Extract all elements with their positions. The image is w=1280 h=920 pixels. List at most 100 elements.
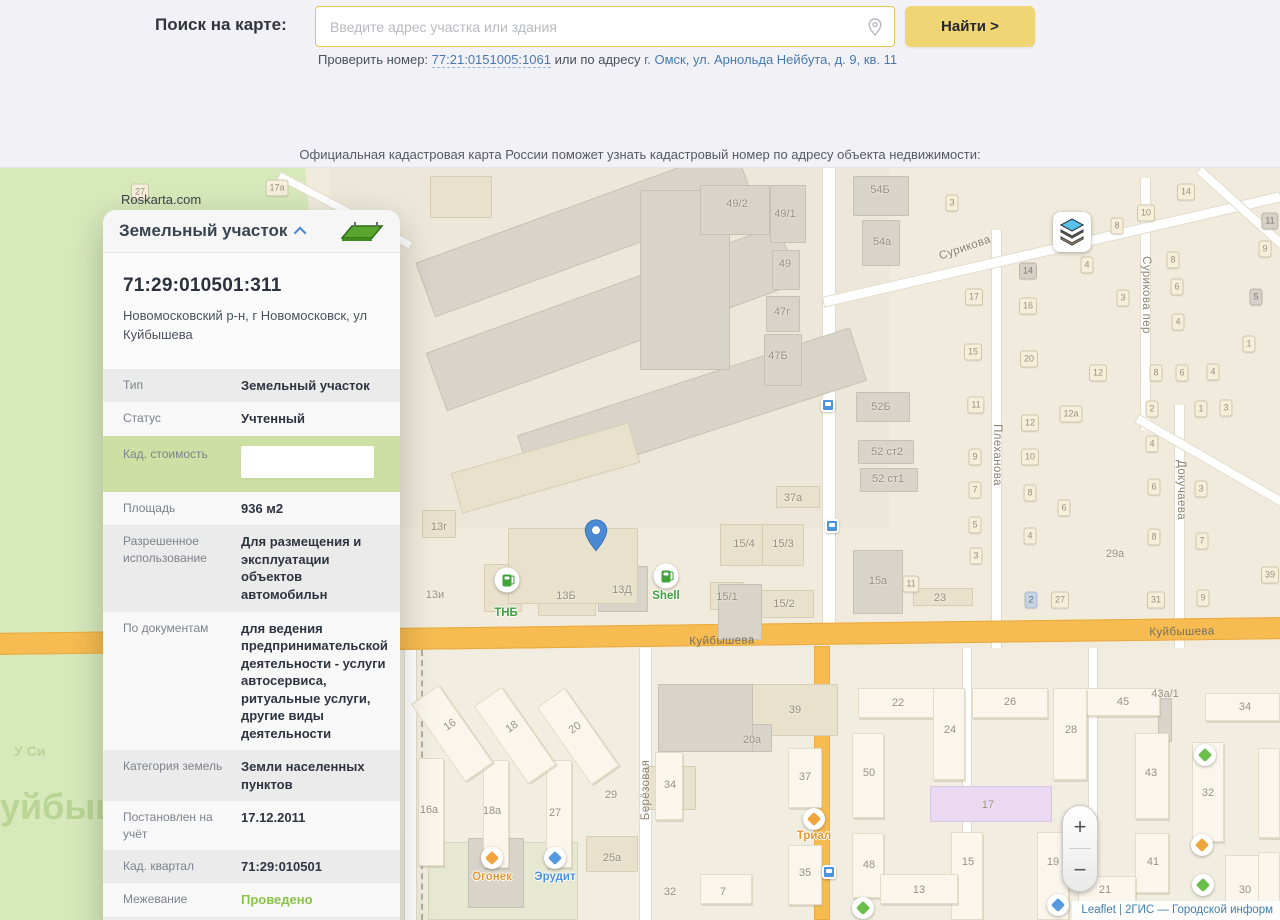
- layers-control-button[interactable]: [1053, 212, 1091, 252]
- redacted-value-box: [241, 446, 374, 478]
- collapse-chevron-icon[interactable]: [294, 226, 307, 239]
- building-number-label: 41: [1147, 856, 1159, 868]
- poi-marker[interactable]: [481, 847, 503, 869]
- attribute-value: Для размещения и эксплуатации объектов а…: [241, 533, 388, 603]
- attribute-value: [241, 446, 388, 478]
- zoom-control: + −: [1062, 805, 1098, 892]
- building-number-label: 18а: [483, 805, 501, 817]
- search-label: Поиск на карте:: [155, 15, 287, 35]
- fuel-station-marker[interactable]: [654, 564, 679, 589]
- building-number-label: 34: [664, 779, 676, 791]
- building-number-label: 24: [944, 724, 956, 736]
- house-number-chip: 8: [1147, 529, 1160, 546]
- house-number-chip: 7: [968, 482, 981, 499]
- poi-marker[interactable]: [1191, 834, 1213, 856]
- building-number-label: 39: [789, 704, 801, 716]
- house-number-chip: 2: [1145, 401, 1158, 418]
- fuel-pump-icon: [662, 570, 671, 582]
- attribute-value: 71:29:010501: [241, 858, 388, 876]
- check-number-link[interactable]: 77:21:0151005:1061: [432, 52, 551, 68]
- house-number-chip: 16: [1019, 298, 1037, 315]
- street-label: Сурикова пер: [1140, 256, 1152, 334]
- brand-watermark: Roskarta.com: [121, 192, 201, 207]
- building: [658, 684, 753, 752]
- building-number-label: 47г: [774, 306, 790, 318]
- leaflet-link[interactable]: Leaflet: [1081, 904, 1116, 916]
- poi-marker[interactable]: [1194, 744, 1216, 766]
- house-number-chip: 8: [1023, 485, 1036, 502]
- fuel-station-label: Shell: [652, 590, 679, 602]
- house-number-chip: 8: [1110, 218, 1123, 235]
- park-label: У Си: [14, 743, 45, 759]
- house-number-chip: 6: [1170, 279, 1183, 296]
- zoom-in-button[interactable]: +: [1063, 806, 1097, 848]
- building-number-label: 43а/1: [1151, 688, 1179, 700]
- building: [853, 176, 909, 216]
- building-number-label: 29а: [1106, 548, 1124, 560]
- poi-marker[interactable]: [852, 897, 874, 919]
- building-number-label: 21: [1099, 884, 1111, 896]
- zoom-out-button[interactable]: −: [1063, 849, 1097, 891]
- house-number-chip: 12: [1021, 415, 1039, 432]
- house-number-chip: 9: [1196, 590, 1209, 607]
- house-number-chip: 4: [1145, 436, 1158, 453]
- building-number-label: 37: [799, 771, 811, 783]
- building-number-label: 52 ст1: [872, 473, 904, 485]
- attribute-label: Кад. стоимость: [123, 446, 241, 478]
- house-number-chip: 12а: [1059, 406, 1082, 423]
- bus-stop-icon[interactable]: [821, 398, 835, 412]
- building-number-label: 26: [1004, 696, 1016, 708]
- 2gis-link[interactable]: 2ГИС — Городской информ: [1125, 904, 1273, 916]
- attribute-label: Постановлен на учёт: [123, 809, 241, 841]
- attribute-value: Проведено: [241, 891, 388, 909]
- map-pin-marker[interactable]: [584, 518, 608, 558]
- building-number-label: 48: [863, 859, 875, 871]
- house-number-chip: 3: [1219, 400, 1232, 417]
- poi-marker[interactable]: [1047, 894, 1069, 916]
- house-number-chip: 4: [1080, 257, 1093, 274]
- attribute-value: 17.12.2011: [241, 809, 388, 841]
- house-number-chip: 14: [1019, 263, 1037, 280]
- fuel-station-marker[interactable]: [495, 568, 520, 593]
- building-number-label: 13Б: [556, 590, 575, 602]
- house-number-chip: 17: [965, 289, 983, 306]
- check-address-link[interactable]: г. Омск, ул. Арнольда Нейбута, д. 9, кв.…: [644, 52, 897, 67]
- parcel-address: Новомосковский р-н, г Новомосковск, ул К…: [123, 307, 373, 345]
- house-number-chip: 17а: [265, 180, 288, 197]
- building-number-label: 54а: [873, 236, 891, 248]
- green-diamond-icon: [1196, 878, 1210, 892]
- bus-stop-icon[interactable]: [825, 519, 839, 533]
- attribute-value: Земельный участок: [241, 377, 388, 395]
- building: [700, 185, 770, 235]
- building-number-label: 52Б: [871, 401, 890, 413]
- map[interactable]: У СиуйбышСуриковаСурикова перПлехановаДо…: [0, 168, 1280, 920]
- location-pin-icon: [868, 18, 882, 36]
- building-number-label: 15а: [869, 575, 887, 587]
- poi-label: Триал: [797, 830, 831, 842]
- building-number-label: 19: [1047, 856, 1059, 868]
- bus-stop-icon[interactable]: [822, 865, 836, 879]
- fuel-station-label: ТНБ: [494, 607, 518, 619]
- poi-marker[interactable]: [544, 847, 566, 869]
- road: [404, 648, 417, 920]
- attribute-label: Категория земель: [123, 758, 241, 793]
- poi-marker[interactable]: [803, 808, 825, 830]
- green-diamond-icon: [1198, 748, 1212, 762]
- attribute-row: По документамдля ведения предприниматель…: [103, 612, 400, 751]
- search-input[interactable]: [316, 19, 868, 35]
- check-number-row: Проверить номер: 77:21:0151005:1061 или …: [318, 52, 897, 67]
- house-number-chip: 4: [1171, 314, 1184, 331]
- building-number-label: 29: [605, 789, 617, 801]
- house-number-chip: 9: [1258, 241, 1271, 258]
- house-number-chip: 1: [1194, 401, 1207, 418]
- house-number-chip: 1: [1242, 336, 1255, 353]
- panel-title: Земельный участок: [119, 221, 287, 241]
- building-number-label: 32: [1202, 787, 1214, 799]
- blue-diamond-icon: [548, 851, 562, 865]
- poi-marker[interactable]: [1192, 874, 1214, 896]
- attribute-value: Учтенный: [241, 410, 388, 428]
- building-number-label: 28: [1065, 724, 1077, 736]
- street-label: Куйбышева: [1149, 625, 1215, 638]
- building-number-label: 13г: [431, 521, 447, 533]
- find-button[interactable]: Найти >: [905, 6, 1035, 47]
